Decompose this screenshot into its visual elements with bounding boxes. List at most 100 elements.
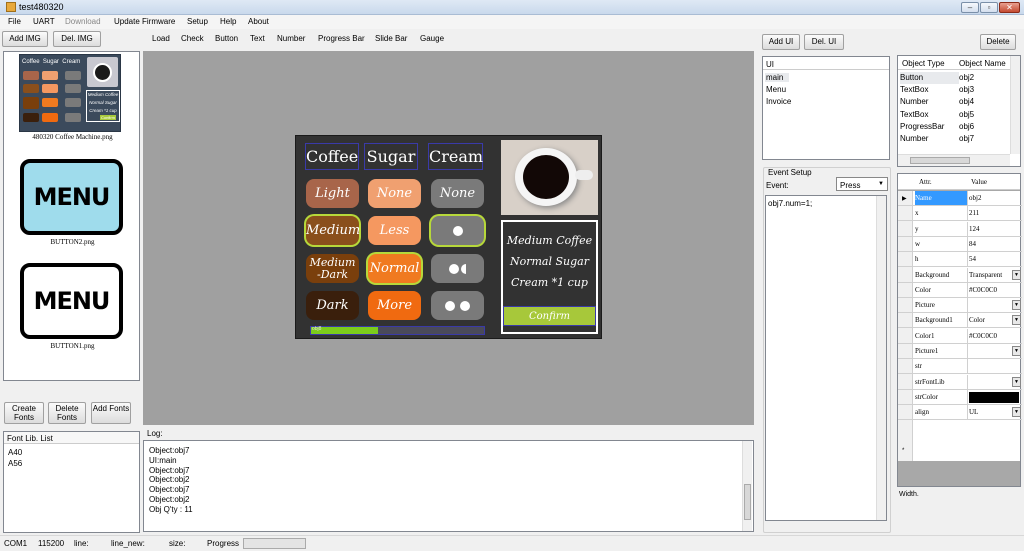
sugar-more-button[interactable]: More	[368, 291, 421, 320]
add-img-button[interactable]: Add IMG	[2, 31, 48, 47]
coffee-machine-thumbnail[interactable]: Coffee Sugar Cream Medium Coffee Normal …	[19, 54, 121, 132]
property-row[interactable]: strFontLib ▼	[898, 374, 1022, 390]
event-scrollbar[interactable]	[876, 196, 886, 520]
object-hscrollbar[interactable]	[898, 154, 1010, 166]
cream-two-button[interactable]	[431, 291, 484, 320]
property-row[interactable]: Color1 #C0C0C0	[898, 328, 1022, 344]
dark-button[interactable]: Dark	[306, 291, 359, 320]
sugar-none-button[interactable]: None	[368, 179, 421, 208]
sugar-normal-button[interactable]: Normal	[368, 254, 421, 283]
medium-dark-button[interactable]: Medium -Dark	[306, 254, 359, 283]
object-row[interactable]: TextBox obj3	[900, 84, 1008, 96]
property-value[interactable]: Transparent	[969, 271, 1002, 279]
property-row[interactable]: Color #C0C0C0	[898, 282, 1022, 298]
chevron-down-icon[interactable]: ▼	[1012, 300, 1021, 311]
property-row[interactable]: Background1 Color ▼	[898, 313, 1022, 329]
tool-check[interactable]: Check	[181, 34, 204, 43]
tool-button[interactable]: Button	[215, 34, 238, 43]
menu-update-firmware[interactable]: Update Firmware	[114, 17, 175, 26]
ui-item[interactable]: main	[765, 73, 789, 82]
del-ui-button[interactable]: Del. UI	[804, 34, 844, 50]
light-button[interactable]: Light	[306, 179, 359, 208]
delete-button[interactable]: Delete	[980, 34, 1016, 50]
cream-none-button[interactable]: None	[431, 179, 484, 208]
button1-thumbnail[interactable]: MENU	[20, 263, 123, 339]
property-value[interactable]: Color	[969, 316, 985, 324]
object-table[interactable]: Object Type Object Name Button obj2 TextB…	[897, 55, 1021, 167]
chevron-down-icon[interactable]: ▼	[1012, 407, 1021, 418]
property-value[interactable]: #C0C0C0	[969, 332, 997, 340]
object-row[interactable]: ProgressBar obj6	[900, 121, 1008, 133]
log-scrollbar[interactable]	[742, 441, 752, 531]
add-ui-button[interactable]: Add UI	[762, 34, 800, 50]
menu-download[interactable]: Download	[65, 17, 101, 26]
create-fonts-button[interactable]: Create Fonts	[4, 402, 44, 424]
tool-gauge[interactable]: Gauge	[420, 34, 444, 43]
chevron-down-icon[interactable]: ▼	[1012, 269, 1021, 280]
sugar-less-button[interactable]: Less	[368, 216, 421, 245]
image-list[interactable]: Coffee Sugar Cream Medium Coffee Normal …	[3, 51, 140, 381]
font-item[interactable]: A40	[8, 448, 22, 457]
medium-button[interactable]: Medium	[306, 216, 360, 245]
object-row[interactable]: Button obj2	[900, 72, 1008, 85]
property-row[interactable]: align UL ▼	[898, 405, 1022, 421]
object-row[interactable]: Number obj7	[900, 133, 1008, 145]
menu-uart[interactable]: UART	[33, 17, 55, 26]
del-img-button[interactable]: Del. IMG	[53, 31, 101, 47]
chevron-down-icon[interactable]: ▼	[1012, 315, 1021, 326]
font-item[interactable]: A56	[8, 459, 22, 468]
properties-grid[interactable]: Attr. Value ▶ * Name obj2 x 211 y 124 w 84 h 54 Ba…	[897, 173, 1022, 487]
menu-file[interactable]: File	[8, 17, 21, 26]
device-screen[interactable]: Coffee Sugar Cream Light Medium Medium -…	[295, 135, 602, 339]
cream-header[interactable]: Cream	[428, 143, 483, 170]
maximize-button[interactable]: ▫	[980, 2, 998, 13]
close-button[interactable]: ✕	[999, 2, 1020, 13]
delete-fonts-button[interactable]: Delete Fonts	[48, 402, 86, 424]
cream-one-button[interactable]	[431, 216, 484, 245]
property-row[interactable]: y 124	[898, 221, 1022, 237]
property-value[interactable]: 124	[969, 225, 980, 233]
tool-slide-bar[interactable]: Slide Bar	[375, 34, 407, 43]
tool-number[interactable]: Number	[277, 34, 305, 43]
property-row[interactable]: x 211	[898, 206, 1022, 222]
property-row[interactable]: Background Transparent ▼	[898, 267, 1022, 283]
log-output[interactable]: Object:obj7 UI:main Object:obj7 Object:o…	[143, 440, 754, 532]
property-row[interactable]: Picture1 ▼	[898, 344, 1022, 359]
ui-item[interactable]: Invoice	[766, 97, 791, 106]
color-swatch[interactable]	[969, 391, 1019, 403]
property-row[interactable]: Name obj2	[898, 191, 1022, 206]
tool-text[interactable]: Text	[250, 34, 265, 43]
coffee-header[interactable]: Coffee	[305, 143, 359, 170]
property-value[interactable]: 54	[969, 255, 976, 263]
font-lib-list[interactable]: Font Lib. List A40 A56	[3, 431, 140, 533]
event-dropdown[interactable]: Press ▼	[836, 177, 888, 191]
menu-about[interactable]: About	[248, 17, 269, 26]
property-value[interactable]: 84	[969, 240, 976, 248]
button2-thumbnail[interactable]: MENU	[20, 159, 123, 235]
menu-setup[interactable]: Setup	[187, 17, 208, 26]
add-fonts-button[interactable]: Add Fonts	[91, 402, 131, 424]
property-row[interactable]: Picture ▼	[898, 298, 1022, 314]
property-row[interactable]: str	[898, 359, 1022, 375]
property-value[interactable]: obj2	[969, 194, 981, 202]
tool-progress-bar[interactable]: Progress Bar	[318, 34, 365, 43]
property-row[interactable]: w 84	[898, 236, 1022, 252]
chevron-down-icon[interactable]: ▼	[1012, 376, 1021, 387]
property-value[interactable]: #C0C0C0	[969, 286, 997, 294]
confirm-button[interactable]: Confirm	[503, 306, 596, 326]
menu-help[interactable]: Help	[220, 17, 236, 26]
ui-item[interactable]: Menu	[766, 85, 786, 94]
property-row[interactable]: strColor	[898, 389, 1022, 405]
property-value[interactable]: UL	[969, 408, 978, 416]
chevron-down-icon[interactable]: ▼	[1012, 346, 1021, 356]
property-value[interactable]: 211	[969, 209, 979, 217]
property-row[interactable]: h 54	[898, 252, 1022, 268]
tool-load[interactable]: Load	[152, 34, 170, 43]
minimize-button[interactable]: –	[961, 2, 979, 13]
ui-list[interactable]: UI main Menu Invoice	[762, 56, 890, 160]
progress-bar[interactable]: obj8	[310, 326, 485, 335]
cream-half-button[interactable]	[431, 254, 484, 283]
object-row[interactable]: Number obj4	[900, 96, 1008, 108]
object-vscrollbar[interactable]	[1010, 56, 1020, 154]
object-row[interactable]: TextBox obj5	[900, 109, 1008, 121]
